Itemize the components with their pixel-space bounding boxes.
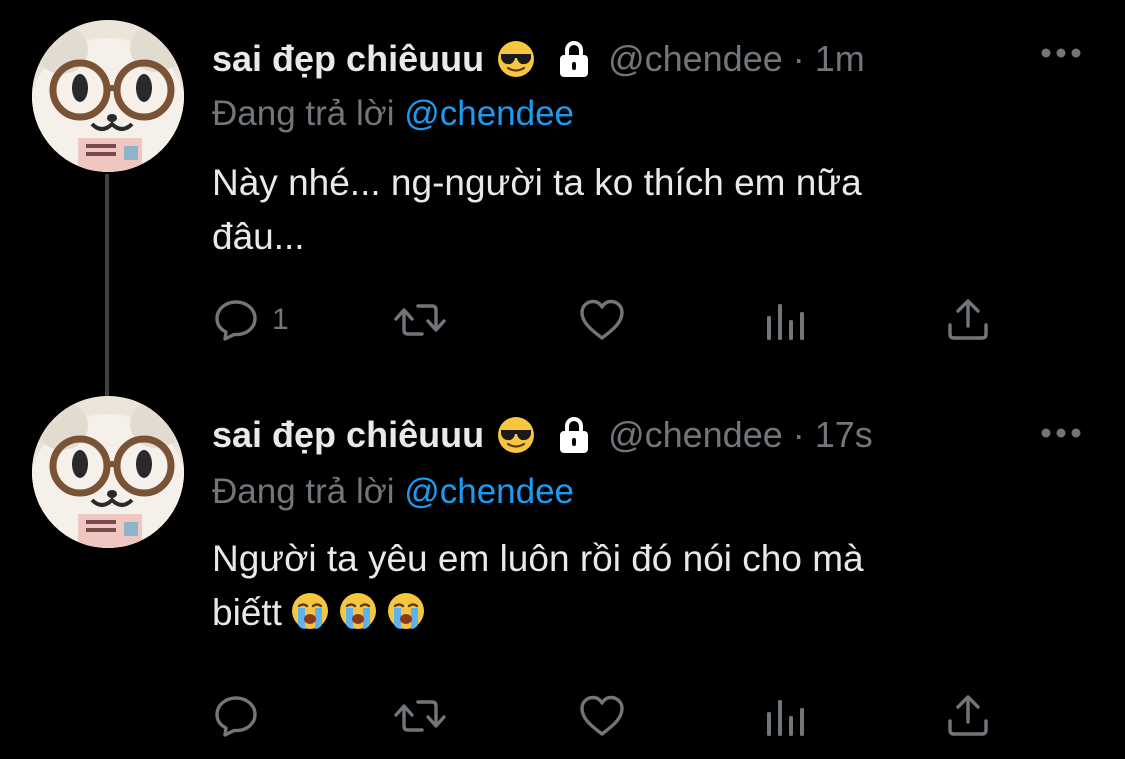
reply-button[interactable] <box>212 692 272 740</box>
avatar-plush-image <box>32 20 184 172</box>
heart-icon <box>580 299 624 340</box>
separator-dot: · <box>792 414 805 455</box>
replying-prefix: Đang trả lời <box>212 94 395 133</box>
retweet-icon <box>394 700 446 732</box>
loudly-crying-face-icon <box>338 591 378 631</box>
avatar-plush-image <box>32 396 184 548</box>
replying-prefix: Đang trả lời <box>212 472 395 511</box>
reply-bubble-icon <box>215 300 257 341</box>
heart-icon <box>580 695 624 736</box>
tweet-header: sai đẹp chiêuuu @chendee · 1m <box>212 36 865 82</box>
share-button[interactable] <box>944 296 992 344</box>
tweet-2[interactable]: sai đẹp chiêuuu @chendee · 17s Đang trả … <box>0 380 1125 759</box>
avatar[interactable] <box>32 20 184 172</box>
views-button[interactable] <box>764 692 808 740</box>
thread-connector-line <box>105 174 109 396</box>
username-handle[interactable]: @chendee <box>608 414 783 456</box>
more-horizontal-icon[interactable] <box>1040 46 1082 58</box>
tweet-actions: 1 <box>212 296 1012 344</box>
loudly-crying-face-icon <box>290 591 330 631</box>
like-button[interactable] <box>578 692 626 740</box>
tweet-text-line: Người ta yêu em luôn rồi đó nói cho mà <box>212 538 864 579</box>
timestamp[interactable]: 17s <box>815 414 873 456</box>
tweet-text-line: Này nhé... ng-người ta ko thích em nữa <box>212 162 862 203</box>
separator-dot: · <box>792 38 805 79</box>
loudly-crying-face-icon <box>386 591 426 631</box>
more-horizontal-icon[interactable] <box>1040 426 1082 438</box>
replying-to-mention[interactable]: @chendee <box>404 94 574 133</box>
avatar[interactable] <box>32 396 184 548</box>
smiling-face-with-sunglasses-icon <box>496 415 536 455</box>
display-name[interactable]: sai đẹp chiêuuu <box>212 38 484 80</box>
username-handle[interactable]: @chendee <box>608 38 783 80</box>
replying-to: Đang trả lời @chendee <box>212 472 574 512</box>
lock-icon <box>558 416 590 454</box>
views-bar-chart-icon <box>767 304 804 340</box>
share-upload-icon <box>948 695 988 736</box>
tweet-actions <box>212 692 1012 740</box>
tweet-header: sai đẹp chiêuuu @chendee · 17s <box>212 412 873 458</box>
reply-button[interactable]: 1 <box>212 296 289 344</box>
retweet-button[interactable] <box>390 692 450 740</box>
tweet-text-line-with-emojis: biếtt <box>212 586 1032 640</box>
replying-to-mention[interactable]: @chendee <box>404 472 574 511</box>
display-name[interactable]: sai đẹp chiêuuu <box>212 414 484 456</box>
lock-icon <box>558 40 590 78</box>
tweet-text-line: đâu... <box>212 216 305 257</box>
retweet-button[interactable] <box>390 296 450 344</box>
tweet-text: Người ta yêu em luôn rồi đó nói cho mà b… <box>212 532 1032 640</box>
tweet-1[interactable]: sai đẹp chiêuuu @chendee · 1m Đang trả l… <box>0 0 1125 396</box>
share-upload-icon <box>948 299 988 340</box>
views-button[interactable] <box>764 296 808 344</box>
tweet-text-fragment: biếtt <box>212 592 282 633</box>
share-button[interactable] <box>944 692 992 740</box>
retweet-icon <box>394 304 446 336</box>
replying-to: Đang trả lời @chendee <box>212 94 574 134</box>
smiling-face-with-sunglasses-icon <box>496 39 536 79</box>
tweet-text: Này nhé... ng-người ta ko thích em nữa đ… <box>212 156 1032 264</box>
timestamp[interactable]: 1m <box>815 38 865 80</box>
reply-bubble-icon <box>215 696 257 737</box>
views-bar-chart-icon <box>767 700 804 736</box>
reply-count: 1 <box>272 303 289 336</box>
like-button[interactable] <box>578 296 626 344</box>
